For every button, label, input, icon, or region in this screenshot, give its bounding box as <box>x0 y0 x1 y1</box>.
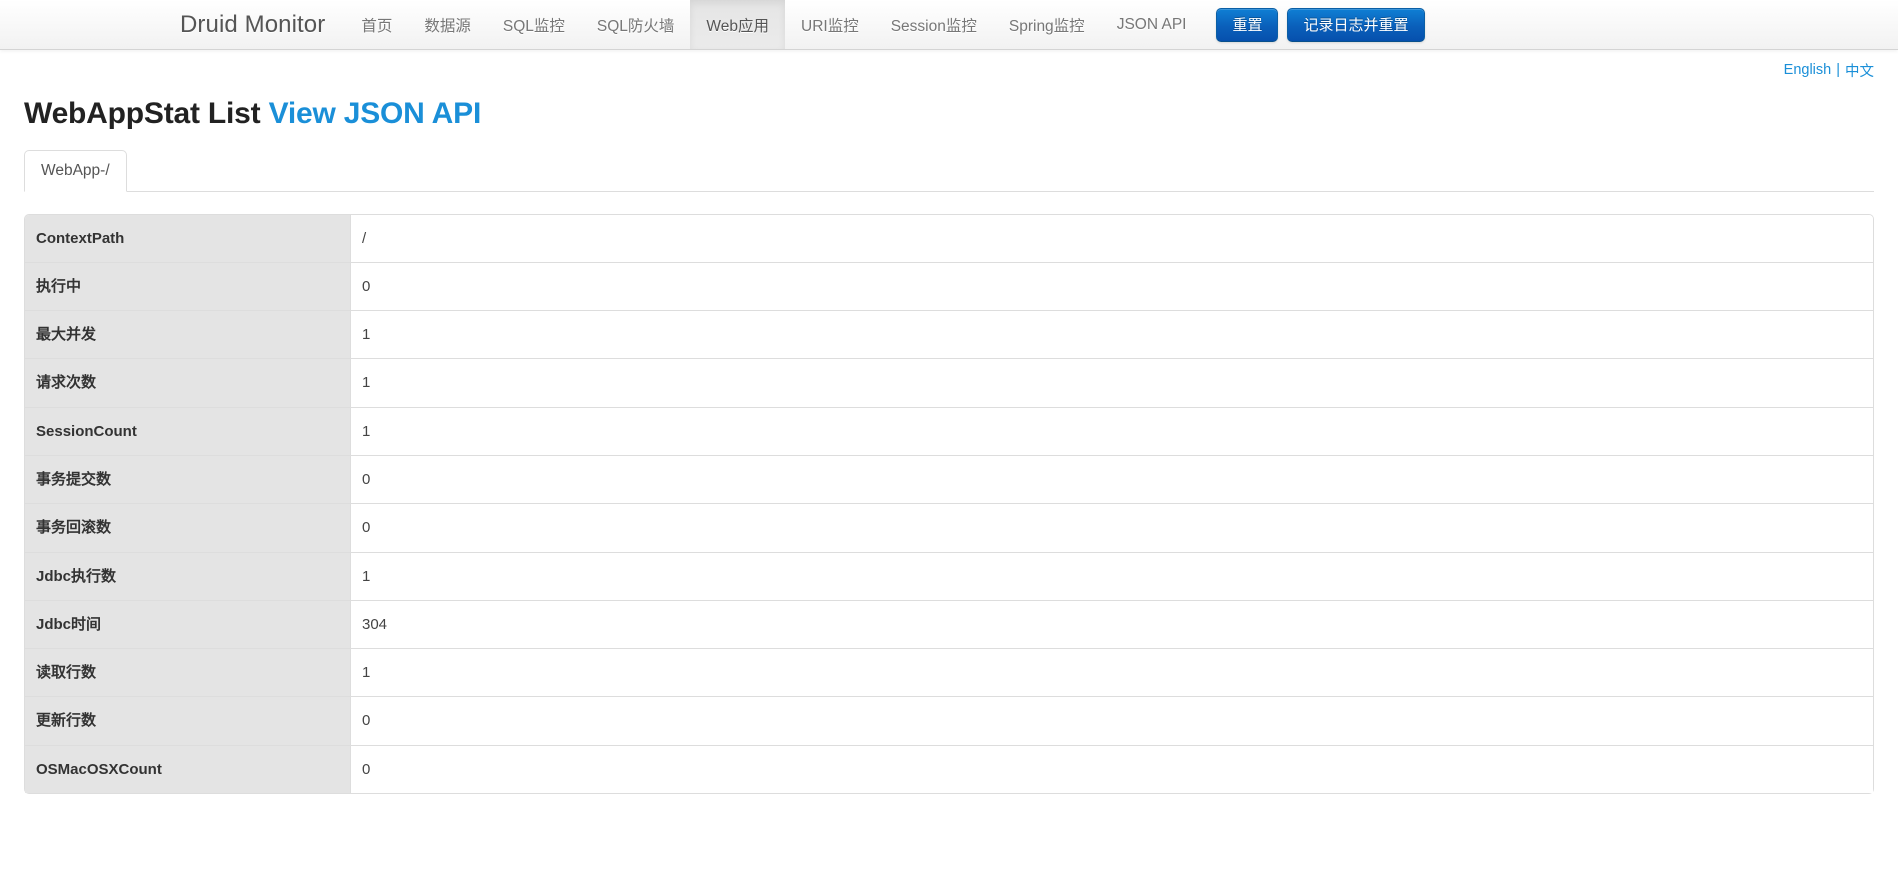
stat-key-cell: Jdbc时间 <box>25 599 351 649</box>
nav-item-8[interactable]: JSON API <box>1101 0 1203 49</box>
stat-key-cell: 请求次数 <box>25 358 351 407</box>
nav-item-2[interactable]: SQL监控 <box>487 0 581 49</box>
stat-value-cell: 0 <box>351 261 1873 311</box>
nav-item-7[interactable]: Spring监控 <box>993 0 1101 49</box>
stat-key-cell: 事务回滚数 <box>25 503 351 552</box>
lang-chinese-link[interactable]: 中文 <box>1845 60 1874 81</box>
nav-item-1[interactable]: 数据源 <box>408 0 487 49</box>
stat-value-cell: 1 <box>351 310 1873 359</box>
stat-value-cell: 1 <box>351 358 1873 407</box>
top-navbar: Druid Monitor 首页 数据源 SQL监控 SQL防火墙 Web应用 URI监控… <box>0 0 1898 50</box>
nav-item-6[interactable]: Session监控 <box>875 0 993 49</box>
table-row: 最大并发 1 <box>25 310 1873 359</box>
language-switcher: English | 中文 <box>0 50 1898 90</box>
stat-value-cell: 0 <box>351 454 1873 504</box>
table-row: SessionCount 1 <box>25 406 1873 455</box>
brand-logo[interactable]: Druid Monitor <box>180 0 345 49</box>
reset-button[interactable]: 重置 <box>1216 7 1279 42</box>
stat-value-cell: / <box>351 214 1873 262</box>
nav-menu: 首页 数据源 SQL监控 SQL防火墙 Web应用 URI监控 Session监控 Sprin… <box>345 0 1202 49</box>
stat-key-cell: ContextPath <box>25 214 351 262</box>
stat-value-cell: 1 <box>351 406 1873 455</box>
view-json-api-link[interactable]: View JSON API <box>269 97 482 130</box>
nav-item-3[interactable]: SQL防火墙 <box>581 0 691 49</box>
page-title-text: WebAppStat List <box>24 97 261 130</box>
stat-value-cell: 0 <box>351 696 1873 745</box>
stat-value-cell: 1 <box>351 648 1873 697</box>
webappstat-table: ContextPath / 执行中 0 最大并发 1 请求次数 1 SessionCount 1 事… <box>24 213 1874 795</box>
table-row: ContextPath / <box>25 214 1873 262</box>
stat-value-cell: 0 <box>351 503 1873 552</box>
page-content: WebAppStat List View JSON API WebApp-/ C… <box>0 90 1898 795</box>
stat-key-cell: Jdbc执行数 <box>25 551 351 600</box>
nav-item-4[interactable]: Web应用 <box>690 0 786 49</box>
stat-key-cell: 最大并发 <box>25 310 351 359</box>
stat-key-cell: 读取行数 <box>25 648 351 697</box>
stat-value-cell: 0 <box>351 744 1873 794</box>
tab-webapp-0[interactable]: WebApp-/ <box>24 149 127 192</box>
table-row: 事务回滚数 0 <box>25 503 1873 552</box>
nav-item-0[interactable]: 首页 <box>345 0 408 49</box>
stat-key-cell: SessionCount <box>25 406 351 455</box>
webappstat-table-body: ContextPath / 执行中 0 最大并发 1 请求次数 1 SessionCount 1 事… <box>25 214 1873 794</box>
table-row: OSMacOSXCount 0 <box>25 744 1873 794</box>
log-and-reset-button[interactable]: 记录日志并重置 <box>1287 7 1425 42</box>
table-row: 请求次数 1 <box>25 358 1873 407</box>
stat-key-cell: 执行中 <box>25 261 351 311</box>
table-row: Jdbc时间 304 <box>25 599 1873 649</box>
stat-value-cell: 304 <box>351 599 1873 649</box>
stat-key-cell: OSMacOSXCount <box>25 744 351 794</box>
lang-english-link[interactable]: English <box>1784 62 1832 78</box>
table-row: Jdbc执行数 1 <box>25 551 1873 600</box>
webapp-tabs: WebApp-/ <box>24 149 1874 192</box>
nav-item-5[interactable]: URI监控 <box>785 0 875 49</box>
table-row: 更新行数 0 <box>25 696 1873 745</box>
stat-value-cell: 1 <box>351 551 1873 600</box>
table-row: 事务提交数 0 <box>25 454 1873 504</box>
table-row: 读取行数 1 <box>25 648 1873 697</box>
table-row: 执行中 0 <box>25 261 1873 311</box>
stat-key-cell: 事务提交数 <box>25 454 351 504</box>
nav-action-buttons: 重置 记录日志并重置 <box>1216 0 1425 49</box>
lang-separator: | <box>1836 62 1840 78</box>
stat-key-cell: 更新行数 <box>25 696 351 745</box>
page-title: WebAppStat List View JSON API <box>24 90 1874 150</box>
